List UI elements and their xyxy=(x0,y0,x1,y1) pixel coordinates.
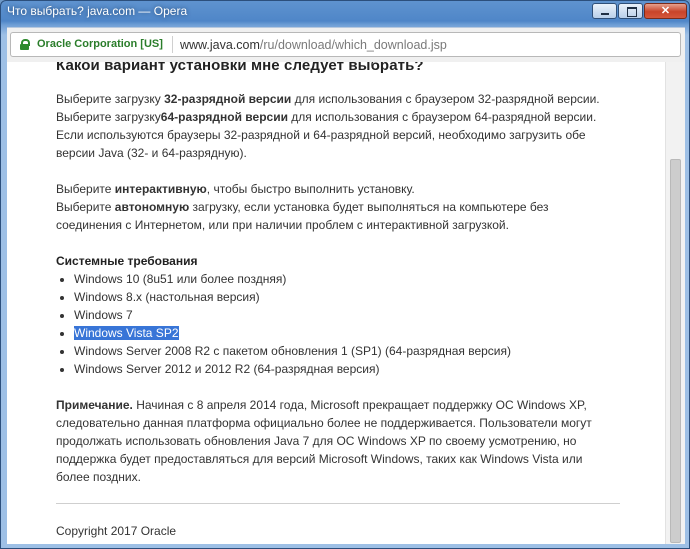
copyright: Copyright 2017 Oracle xyxy=(56,524,177,538)
requirements-title: Системные требования xyxy=(56,254,198,268)
minimize-button[interactable] xyxy=(592,3,617,19)
list-item: Windows Server 2012 и 2012 R2 (64-разряд… xyxy=(74,360,511,378)
list-item-selected: Windows Vista SP2 xyxy=(74,324,511,342)
install-type-paragraph: Выберите интерактивную, чтобы быстро вып… xyxy=(56,182,549,232)
browser-window: Что выбрать? java.com — Opera ✕ Oracle C… xyxy=(0,0,690,549)
list-item: Windows 10 (8u51 или более поздняя) xyxy=(74,270,511,288)
address-divider xyxy=(172,36,173,53)
bitness-paragraph: Выберите загрузку 32-разрядной версии дл… xyxy=(56,92,600,160)
title-bar[interactable]: Что выбрать? java.com — Opera ✕ xyxy=(1,1,689,23)
page-heading-text: Какой вариант установки мне следует выбр… xyxy=(56,62,424,74)
footer-divider xyxy=(56,503,620,504)
list-item: Windows Server 2008 R2 с пакетом обновле… xyxy=(74,342,511,360)
page-heading: Какой вариант установки мне следует выбр… xyxy=(56,62,424,75)
url-text[interactable]: www.java.com/ru/download/which_download.… xyxy=(180,38,447,52)
minimize-icon xyxy=(601,13,609,15)
close-button[interactable]: ✕ xyxy=(644,3,687,19)
list-item: Windows 7 xyxy=(74,306,511,324)
scrollbar-thumb[interactable] xyxy=(670,159,681,543)
window-title: Что выбрать? java.com — Opera xyxy=(7,4,188,18)
close-icon: ✕ xyxy=(660,5,671,17)
lock-icon[interactable] xyxy=(20,39,30,50)
toolbar: Oracle Corporation [US] www.java.com/ru/… xyxy=(7,27,685,62)
selected-text[interactable]: Windows Vista SP2 xyxy=(74,326,179,340)
url-path: /ru/download/which_download.jsp xyxy=(259,38,447,52)
maximize-icon xyxy=(627,7,637,17)
address-bar[interactable]: Oracle Corporation [US] www.java.com/ru/… xyxy=(10,32,681,57)
list-item: Windows 8.x (настольная версия) xyxy=(74,288,511,306)
url-host: www.java.com xyxy=(180,38,260,52)
vertical-scrollbar[interactable] xyxy=(665,62,685,544)
certificate-owner[interactable]: Oracle Corporation [US] xyxy=(37,38,163,50)
maximize-button[interactable] xyxy=(618,3,643,19)
page-viewport: Какой вариант установки мне следует выбр… xyxy=(7,62,665,544)
note-paragraph: Примечание. Начиная с 8 апреля 2014 года… xyxy=(56,398,592,484)
requirements-list: Windows 10 (8u51 или более поздняя) Wind… xyxy=(56,270,511,378)
